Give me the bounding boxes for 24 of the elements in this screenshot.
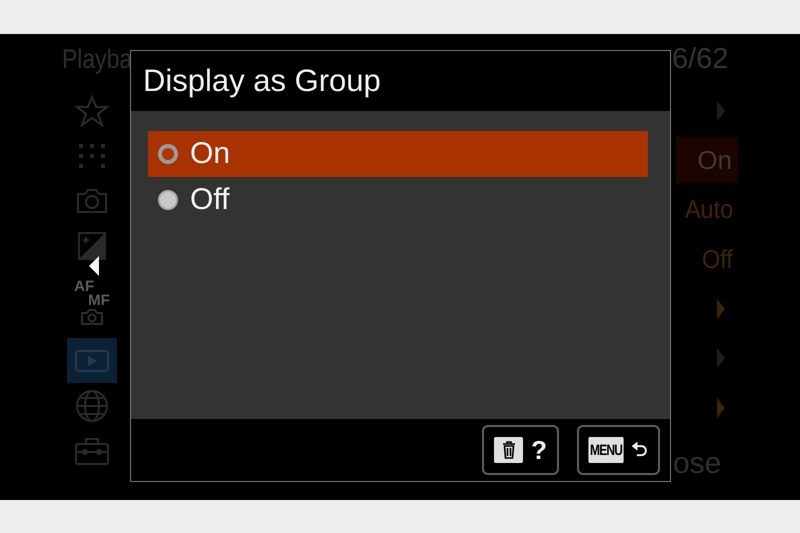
mf-label: MF <box>88 294 110 308</box>
right-arrow-icon[interactable] <box>716 100 726 122</box>
globe-icon[interactable] <box>75 388 109 422</box>
toolbox-icon[interactable] <box>74 436 110 466</box>
delete-help-button[interactable]: ? <box>482 425 559 475</box>
sidebar-tab[interactable]: AF MF <box>67 268 117 338</box>
option-item[interactable]: Off <box>148 177 648 223</box>
star-icon[interactable] <box>75 94 109 126</box>
left-arrow-icon <box>88 255 100 277</box>
trash-icon <box>502 441 516 459</box>
radio-button[interactable] <box>158 144 178 164</box>
right-arrow-icon[interactable] <box>716 396 726 419</box>
playback-icon <box>74 348 110 372</box>
radio-button[interactable] <box>158 190 178 210</box>
camera-icon <box>80 308 104 326</box>
right-arrow-icon[interactable] <box>716 298 726 320</box>
option-item[interactable]: On <box>148 131 648 177</box>
sidebar-tab[interactable] <box>67 338 117 383</box>
right-arrow-icon[interactable] <box>716 347 726 370</box>
af-label: AF <box>74 280 94 294</box>
camera-icon[interactable] <box>75 186 109 214</box>
back-button[interactable]: MENU <box>577 425 660 475</box>
exposure-icon[interactable] <box>77 230 107 260</box>
dialog-title: Display as Group <box>142 62 382 100</box>
